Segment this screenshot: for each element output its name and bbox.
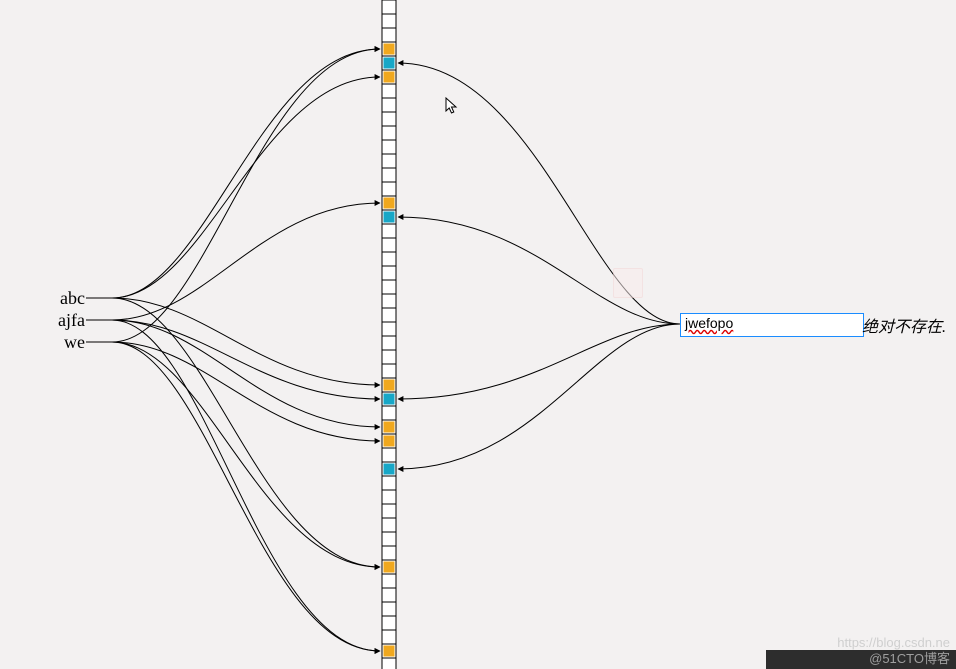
bit-cell <box>382 518 396 532</box>
bit-cell <box>382 546 396 560</box>
input-label-2: we <box>40 332 85 353</box>
bit-cell-filled <box>384 72 395 83</box>
bit-cell <box>382 238 396 252</box>
bit-cell <box>382 364 396 378</box>
hash-arrow-left <box>112 320 380 427</box>
bit-cell <box>382 28 396 42</box>
bit-cell <box>382 224 396 238</box>
bit-cell <box>382 0 396 14</box>
hash-arrow-left <box>112 298 380 567</box>
bit-cell <box>382 322 396 336</box>
bit-cell-filled <box>384 646 395 657</box>
bit-cell <box>382 98 396 112</box>
input-label-1: ajfa <box>40 310 85 331</box>
bit-cell-filled <box>384 422 395 433</box>
bit-cell <box>382 336 396 350</box>
bit-cell <box>382 252 396 266</box>
query-input[interactable]: jwefopo <box>680 313 864 337</box>
hash-arrow-left <box>112 320 380 399</box>
hash-arrow-left <box>112 320 380 651</box>
query-result-text: 绝对不存在. <box>862 313 946 337</box>
bit-cell <box>382 154 396 168</box>
bit-cell-filled <box>384 212 395 223</box>
bit-cell <box>382 602 396 616</box>
hash-arrow-left <box>112 342 380 567</box>
watermark-tag: @51CTO博客 <box>869 648 950 667</box>
bit-cell <box>382 448 396 462</box>
bit-cell <box>382 616 396 630</box>
hash-arrow-left <box>112 342 380 651</box>
bit-cell-filled <box>384 436 395 447</box>
bit-cell-filled <box>384 464 395 475</box>
bit-cell <box>382 182 396 196</box>
bit-cell <box>382 280 396 294</box>
input-label-0: abc <box>40 288 85 309</box>
bit-cell <box>382 84 396 98</box>
bit-cell-filled <box>384 394 395 405</box>
hash-arrow-left <box>112 77 380 298</box>
bit-cell <box>382 126 396 140</box>
hash-arrow-left <box>112 203 380 320</box>
hash-arrow-left <box>112 298 380 385</box>
bit-cell <box>382 476 396 490</box>
bit-cell-filled <box>384 380 395 391</box>
bit-cell <box>382 168 396 182</box>
bit-cell <box>382 658 396 669</box>
bit-cell <box>382 112 396 126</box>
query-input-text: jwefopo <box>685 315 733 331</box>
bit-cell <box>382 532 396 546</box>
bit-cell <box>382 14 396 28</box>
bit-cell <box>382 490 396 504</box>
bit-cell <box>382 266 396 280</box>
bit-cell <box>382 350 396 364</box>
bit-cell <box>382 588 396 602</box>
hash-arrow-left <box>112 342 380 441</box>
bit-cell-filled <box>384 58 395 69</box>
hash-arrow-left <box>112 49 380 342</box>
bit-cell-filled <box>384 562 395 573</box>
bit-cell-filled <box>384 44 395 55</box>
bit-cell <box>382 308 396 322</box>
bit-cell-filled <box>384 198 395 209</box>
watermark-logo <box>613 268 643 298</box>
bit-cell <box>382 140 396 154</box>
bit-cell <box>382 294 396 308</box>
bit-cell <box>382 504 396 518</box>
bit-cell <box>382 630 396 644</box>
bit-cell <box>382 406 396 420</box>
bit-cell <box>382 574 396 588</box>
